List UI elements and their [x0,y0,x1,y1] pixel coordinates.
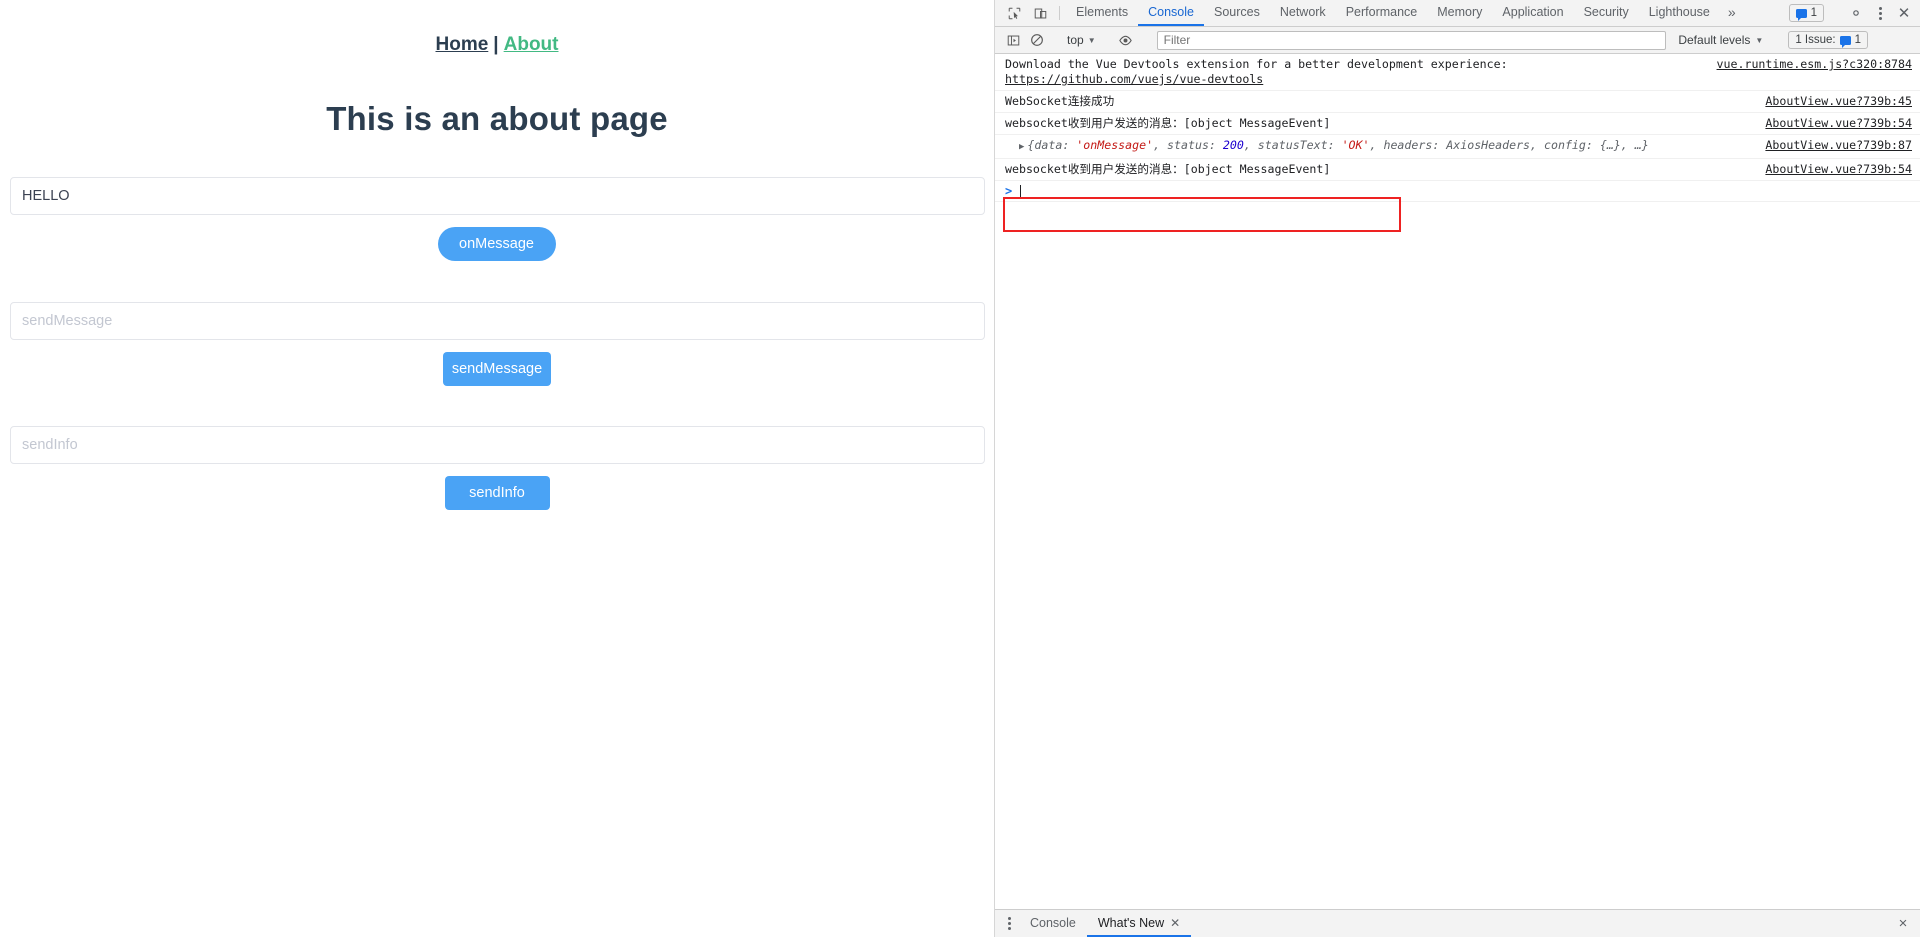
page-title: This is an about page [326,100,668,137]
chevron-down-icon-levels: ▼ [1755,35,1764,45]
console-source-link[interactable]: AboutView.vue?739b:45 [1765,94,1912,109]
drawer-tab-whats-new-label: What's New [1097,915,1165,930]
vue-devtools-link[interactable]: https://github.com/vuejs/vue-devtools [1005,72,1263,86]
log-levels-selector[interactable]: Default levels ▼ [1672,33,1769,47]
execution-context-selector[interactable]: top ▼ [1062,33,1101,47]
browser-page-content: Home|About This is an about page onMessa… [0,0,995,937]
console-source-link[interactable]: AboutView.vue?739b:54 [1765,162,1912,177]
screen: Home|About This is an about page onMessa… [0,0,1920,937]
console-message-row[interactable]: WebSocket连接成功 AboutView.vue?739b:45 [995,91,1920,113]
settings-gear-icon[interactable] [1848,5,1864,21]
red-highlight-annotation [1003,197,1401,232]
object-token: , headers: [1369,138,1447,152]
tab-security[interactable]: Security [1574,0,1639,26]
console-message-text: websocket收到用户发送的消息：[object MessageEvent] [1005,162,1331,176]
devtools-header-actions: 1 ✕ [1788,0,1920,26]
drawer-tab-close-icon[interactable]: ✕ [1170,916,1180,930]
devtools-panel: Elements Console Sources Network Perform… [995,0,1920,937]
console-object-row[interactable]: ▶ {data: 'onMessage', status: 200, status… [995,135,1920,159]
tab-application[interactable]: Application [1492,0,1573,26]
console-toolbar: top ▼ Default levels ▼ 1 Issue: 1 [995,27,1920,54]
tab-lighthouse[interactable]: Lighthouse [1639,0,1720,26]
console-source-link[interactable]: vue.runtime.esm.js?c320:8784 [1717,57,1912,72]
console-message-line: Download the Vue Devtools extension for … [1005,57,1508,71]
site-nav: Home | About [0,0,994,56]
console-source-link[interactable]: AboutView.vue?739b:54 [1765,116,1912,131]
more-tabs-icon[interactable]: » [1720,0,1744,26]
drawer-more-options-icon[interactable] [999,910,1019,937]
drawer-close-icon[interactable]: × [1894,916,1912,931]
send-message-input[interactable] [10,302,985,340]
devtools-close-icon[interactable]: ✕ [1895,6,1913,21]
send-info-button-row: sendInfo [0,464,994,510]
send-info-input[interactable] [10,426,985,464]
object-token: {data: [1027,138,1077,152]
issues-badge[interactable]: 1 Issue: 1 [1788,31,1868,49]
expand-triangle-icon[interactable]: ▶ [1019,140,1024,155]
inspect-element-icon[interactable] [1001,0,1027,26]
live-expression-eye-icon[interactable] [1114,30,1138,50]
console-prompt-row[interactable]: > [995,181,1920,202]
nav-link-about[interactable]: About [504,34,559,55]
console-object-preview[interactable]: ▶ {data: 'onMessage', status: 200, status… [1019,138,1753,155]
send-message-field-group [0,302,994,340]
on-message-button-row: onMessage [0,215,994,261]
console-filter-input[interactable] [1156,30,1667,50]
message-count-value: 1 [1810,7,1817,19]
send-message-button[interactable]: sendMessage [443,352,551,386]
nav-separator: | [493,34,499,55]
tab-network[interactable]: Network [1270,0,1336,26]
console-message-row[interactable]: Download the Vue Devtools extension for … [995,54,1920,91]
console-settings-gear-icon[interactable] [1896,32,1912,48]
message-input[interactable] [10,177,985,215]
prompt-caret-icon: > [1005,184,1013,198]
object-token: 'onMessage' [1076,138,1154,152]
clear-console-icon[interactable] [1025,30,1049,50]
drawer-tab-console[interactable]: Console [1019,910,1087,937]
text-cursor [1020,184,1022,198]
issues-bubble-icon [1839,35,1851,48]
device-toolbar-icon[interactable] [1027,0,1053,26]
send-info-button[interactable]: sendInfo [444,476,550,510]
devtools-more-options-icon[interactable] [1873,6,1887,20]
object-token: , statusText: [1243,138,1342,152]
tab-memory[interactable]: Memory [1427,0,1492,26]
message-count-badge[interactable]: 1 [1788,4,1824,22]
devtools-header: Elements Console Sources Network Perform… [995,0,1920,27]
console-message-text: websocket收到用户发送的消息：[object MessageEvent] [1005,116,1331,130]
console-message-text: WebSocket连接成功 [1005,94,1115,108]
nav-link-home[interactable]: Home [436,34,489,55]
object-token: 'OK' [1341,138,1370,152]
devtools-drawer: Console What's New ✕ × [995,909,1920,937]
tab-sources[interactable]: Sources [1204,0,1270,26]
issues-label: 1 Issue: [1795,34,1836,46]
console-sidebar-toggle-icon[interactable] [1001,30,1025,50]
console-message-list[interactable]: Download the Vue Devtools extension for … [995,54,1920,909]
devtools-tabstrip: Elements Console Sources Network Perform… [1066,0,1744,26]
tab-performance[interactable]: Performance [1336,0,1428,26]
object-token: 200 [1222,138,1244,152]
console-message-text: Download the Vue Devtools extension for … [1005,57,1705,87]
log-levels-value: Default levels [1678,33,1751,47]
on-message-button[interactable]: onMessage [437,227,556,261]
console-message-row-highlighted[interactable]: websocket收到用户发送的消息：[object MessageEvent]… [995,159,1920,181]
message-bubble-icon [1795,8,1807,21]
console-source-link[interactable]: AboutView.vue?739b:87 [1765,138,1912,153]
tab-console[interactable]: Console [1138,0,1204,26]
send-info-field-group [0,426,994,464]
object-token: , status: [1153,138,1223,152]
send-message-button-row: sendMessage [0,340,994,386]
drawer-actions: × [1890,910,1920,937]
execution-context-value: top [1067,33,1084,47]
object-token: AxiosHeaders [1446,138,1531,152]
console-message-row[interactable]: websocket收到用户发送的消息：[object MessageEvent]… [995,113,1920,135]
issues-count: 1 [1854,34,1861,46]
message-field-group [0,177,994,215]
tab-elements[interactable]: Elements [1066,0,1138,26]
object-token: , config: {…}, …} [1530,138,1649,152]
header-divider [1059,6,1060,20]
chevron-down-icon: ▼ [1087,35,1096,45]
drawer-tab-whats-new[interactable]: What's New ✕ [1086,910,1192,937]
